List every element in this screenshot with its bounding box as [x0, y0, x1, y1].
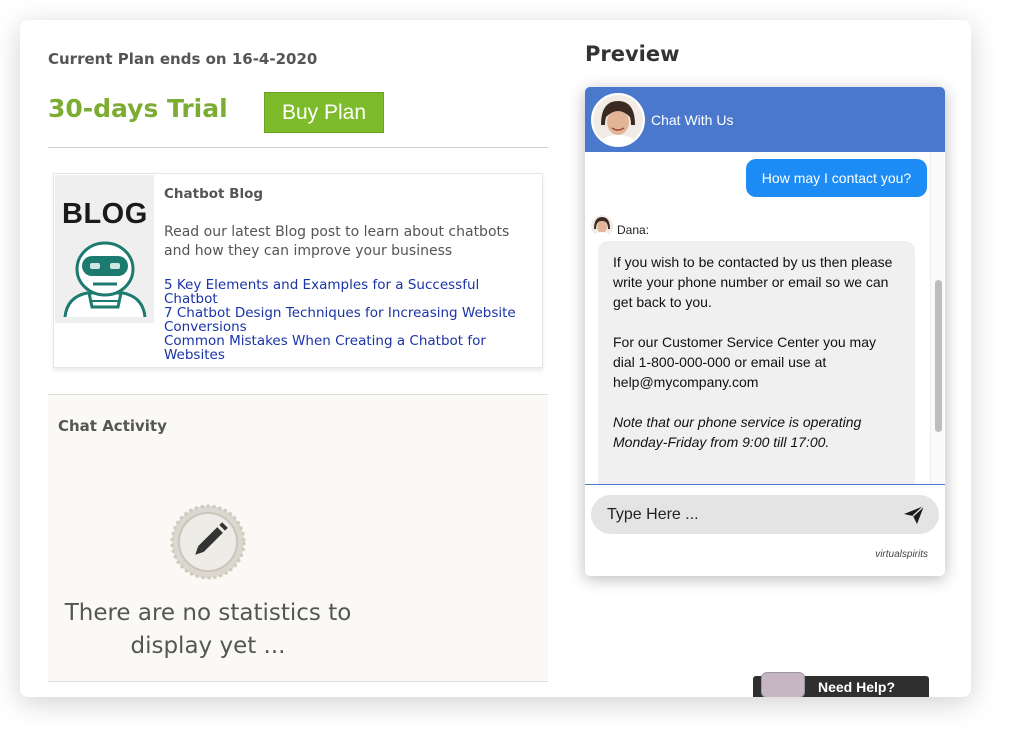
- chat-header-title: Chat With Us: [651, 112, 734, 128]
- agent-avatar: [591, 93, 645, 147]
- blog-links: 5 Key Elements and Examples for a Succes…: [164, 278, 534, 362]
- plan-end-date: Current Plan ends on 16-4-2020: [48, 50, 318, 68]
- blog-image: BLOG: [55, 175, 154, 323]
- chat-widget-preview: Chat With Us How may I contact you? Dana…: [585, 87, 945, 576]
- chat-messages: How may I contact you? Dana: If you wish…: [586, 152, 930, 485]
- blog-description: Read our latest Blog post to learn about…: [164, 224, 510, 259]
- chat-scrollbar[interactable]: [930, 152, 944, 485]
- blog-link[interactable]: Common Mistakes When Creating a Chatbot …: [164, 334, 534, 362]
- agent-message-note: Note that our phone service is operating…: [613, 414, 862, 450]
- help-avatar: [761, 672, 805, 697]
- agent-avatar-icon: [593, 95, 643, 145]
- blog-image-text: BLOG: [62, 198, 148, 230]
- pencil-icon: [170, 504, 246, 580]
- buy-plan-button[interactable]: Buy Plan: [264, 92, 384, 133]
- dashboard-card: Current Plan ends on 16-4-2020 30-days T…: [20, 20, 971, 697]
- preview-title: Preview: [585, 42, 680, 66]
- input-divider: [585, 484, 945, 485]
- agent-small-avatar: [591, 215, 613, 237]
- divider: [48, 147, 548, 148]
- robot-icon: [63, 241, 147, 318]
- agent-message-paragraph: For our Customer Service Center you may …: [613, 334, 876, 390]
- agent-small-avatar-icon: [591, 215, 613, 237]
- trial-label: 30-days Trial: [48, 94, 228, 123]
- paper-plane-icon[interactable]: [903, 505, 925, 525]
- need-help-label: Need Help?: [818, 679, 896, 695]
- need-help-tab[interactable]: Need Help?: [753, 672, 929, 697]
- blog-panel: BLOG Chatbot Blog Read our latest Blog p…: [53, 173, 543, 368]
- agent-message-bubble: If you wish to be contacted by us then p…: [598, 241, 915, 485]
- chat-header: Chat With Us: [585, 87, 945, 152]
- chat-activity-panel: Chat Activity There are no statistics to…: [48, 394, 548, 682]
- blog-title: Chatbot Blog: [164, 186, 264, 202]
- chat-activity-title: Chat Activity: [58, 417, 167, 435]
- chat-input-container: [591, 495, 939, 534]
- chat-scrollbar-thumb[interactable]: [935, 280, 942, 432]
- no-statistics-message: There are no statistics to display yet .…: [64, 600, 352, 659]
- chat-message-input[interactable]: [605, 495, 885, 534]
- user-message-bubble: How may I contact you?: [746, 159, 927, 197]
- blog-link[interactable]: 7 Chatbot Design Techniques for Increasi…: [164, 306, 534, 334]
- agent-message-paragraph: If you wish to be contacted by us then p…: [613, 254, 893, 310]
- blog-link[interactable]: 5 Key Elements and Examples for a Succes…: [164, 278, 534, 306]
- powered-by: virtualspirits: [875, 549, 928, 560]
- agent-name: Dana:: [617, 223, 650, 237]
